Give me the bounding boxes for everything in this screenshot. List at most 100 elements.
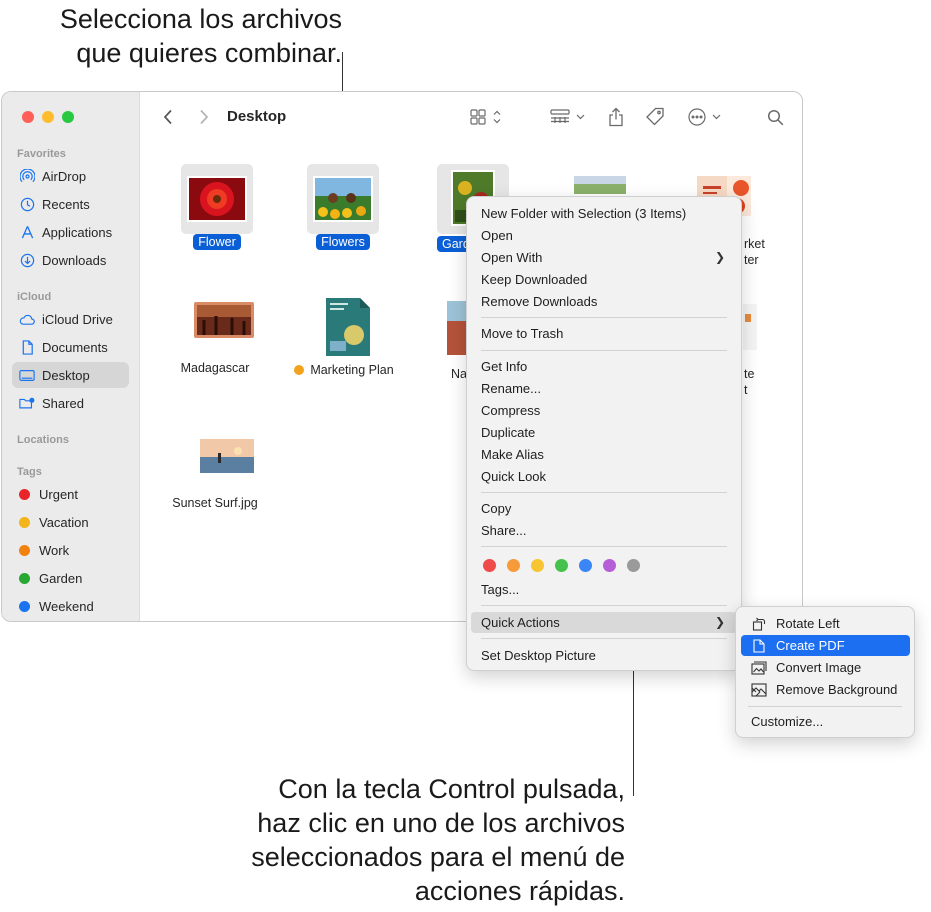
sidebar-tag-vacation[interactable]: Vacation [12,509,129,535]
sidebar-item-desktop[interactable]: Desktop [12,362,129,388]
menu-item-set-desktop-picture[interactable]: Set Desktop Picture [471,645,737,666]
tag-color-dot [19,572,30,584]
chevron-left-icon [163,109,172,125]
menu-item-label: Open With [481,250,543,265]
tag-color-red[interactable] [483,559,496,572]
file-label-partial: rket [744,237,765,251]
menu-item-make-alias[interactable]: Make Alias [471,444,737,465]
chevron-right-icon [200,109,209,125]
menu-item-keep-downloaded[interactable]: Keep Downloaded [471,269,737,290]
ellipsis-circle-icon [688,108,721,126]
file-marketing-plan[interactable]: Marketing Plan [284,297,404,382]
file-label-partial: t [744,383,748,397]
file-name-label: Sunset Surf.jpg [172,496,258,510]
file-flowers[interactable]: Flowers [298,164,388,259]
share-button[interactable] [605,105,627,129]
file-name-label: Flower [193,234,241,250]
sidebar-tag-weekend[interactable]: Weekend [12,593,129,619]
tag-color-gray[interactable] [627,559,640,572]
menu-item-share[interactable]: Share... [471,520,737,541]
sidebar-item-documents[interactable]: Documents [12,334,129,360]
sidebar-item-label: Weekend [39,598,94,614]
sidebar-item-label: Documents [42,339,108,355]
back-button[interactable] [158,105,178,129]
sidebar-item-applications[interactable]: Applications [12,219,129,245]
menu-item-get-info[interactable]: Get Info [471,356,737,377]
sidebar-item-label: Applications [42,224,113,240]
menu-item-open-with[interactable]: Open With ❯ [471,247,737,268]
sidebar-item-label: Recents [42,196,90,212]
sidebar-tag-work[interactable]: Work [12,537,129,563]
tag-color-yellow[interactable] [531,559,544,572]
menu-item-move-to-trash[interactable]: Move to Trash [471,323,737,344]
window-title: Desktop [227,108,287,125]
sidebar: Favorites AirDrop Recents Applications D… [2,92,140,621]
submenu-item-label: Convert Image [776,660,862,675]
menu-separator [481,605,727,606]
menu-item-tags[interactable]: Tags... [471,579,737,600]
search-icon [767,109,783,125]
sidebar-item-airdrop[interactable]: AirDrop [12,163,129,189]
sidebar-section-locations: Locations [17,434,69,446]
close-window-button[interactable] [22,111,34,123]
file-partial-landscape[interactable] [570,174,630,198]
callout-top-line-1: Selecciona los archivos [59,4,342,34]
sidebar-item-label: Urgent [39,486,79,502]
file-name-label: Marketing Plan [310,363,394,377]
view-mode-button[interactable] [468,105,506,129]
submenu-item-convert-image[interactable]: Convert Image [741,657,910,678]
tag-button[interactable] [643,105,667,129]
file-madagascar[interactable]: Madagascar [167,302,263,382]
download-icon [19,252,35,268]
document-thumbnail [743,304,757,350]
group-by-button[interactable] [549,105,589,129]
menu-item-rename[interactable]: Rename... [471,378,737,399]
context-menu: New Folder with Selection (3 Items) Open… [466,196,742,671]
sidebar-section-favorites: Favorites [17,148,66,160]
sidebar-tag-garden[interactable]: Garden [12,565,129,591]
file-sunset-surf[interactable]: Sunset Surf.jpg [162,437,268,517]
tag-color-green[interactable] [555,559,568,572]
sidebar-item-downloads[interactable]: Downloads [12,247,129,273]
submenu-item-label: Remove Background [776,682,898,697]
file-label-partial: ter [744,253,759,267]
submenu-item-remove-background[interactable]: Remove Background [741,679,910,700]
zoom-window-button[interactable] [62,111,74,123]
submenu-item-rotate-left[interactable]: Rotate Left [741,613,910,634]
sidebar-item-label: AirDrop [42,168,87,184]
submenu-item-customize[interactable]: Customize... [741,711,910,732]
menu-item-remove-downloads[interactable]: Remove Downloads [471,291,737,312]
menu-item-quick-look[interactable]: Quick Look [471,466,737,487]
menu-item-copy[interactable]: Copy [471,498,737,519]
minimize-window-button[interactable] [42,111,54,123]
share-icon [609,107,623,127]
grid-view-icon [470,109,501,125]
landscape-photo-thumbnail [572,174,628,196]
forward-button[interactable] [194,105,214,129]
submenu-item-create-pdf[interactable]: Create PDF [741,635,910,656]
sidebar-item-recents[interactable]: Recents [12,191,129,217]
sidebar-item-shared[interactable]: Shared [12,390,129,416]
menu-item-duplicate[interactable]: Duplicate [471,422,737,443]
search-button[interactable] [764,105,786,129]
tag-color-orange[interactable] [507,559,520,572]
menu-item-new-folder-with-selection[interactable]: New Folder with Selection (3 Items) [471,203,737,224]
sidebar-tag-urgent[interactable]: Urgent [12,481,129,507]
menu-item-open[interactable]: Open [471,225,737,246]
flowers-photo-thumbnail [313,176,373,222]
file-partial-right[interactable] [742,304,758,352]
tag-color-dot [19,488,30,500]
more-actions-button[interactable] [686,105,726,129]
pdf-document-icon [751,638,767,654]
sidebar-item-label: Vacation [39,514,89,530]
tag-color-blue[interactable] [579,559,592,572]
tag-icon [646,107,664,126]
sidebar-item-icloud-drive[interactable]: iCloud Drive [12,306,129,332]
sidebar-item-label: iCloud Drive [42,311,113,327]
menu-item-compress[interactable]: Compress [471,400,737,421]
sidebar-section-tags: Tags [17,466,42,478]
tag-color-purple[interactable] [603,559,616,572]
file-flower[interactable]: Flower [172,164,262,259]
menu-item-label: Quick Actions [481,615,560,630]
menu-item-quick-actions[interactable]: Quick Actions ❯ [471,612,737,633]
